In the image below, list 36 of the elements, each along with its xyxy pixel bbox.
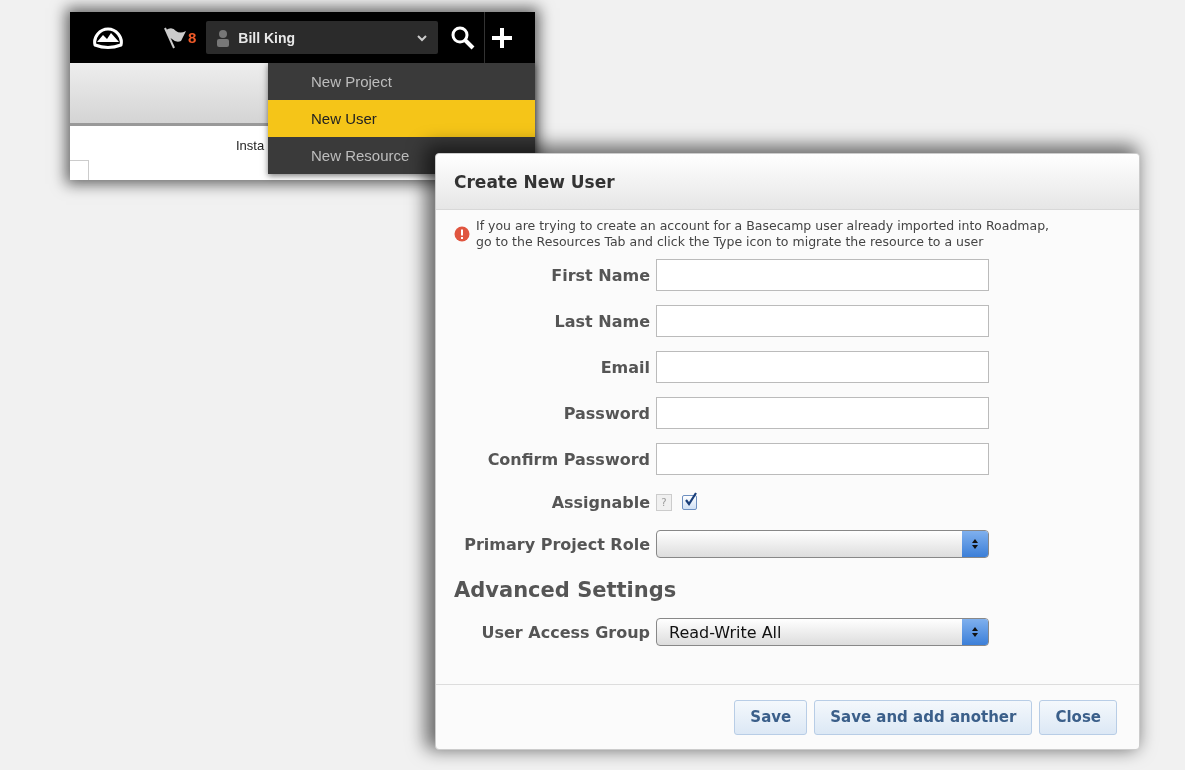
select-field[interactable]: Read-Write All <box>656 618 989 646</box>
menu-item[interactable]: New Project <box>268 63 535 100</box>
text-field[interactable] <box>656 351 989 383</box>
select-field[interactable] <box>656 530 989 558</box>
notification-count: 8 <box>188 29 197 46</box>
menu-item[interactable]: New User <box>268 100 535 137</box>
field-label: Assignable <box>550 492 650 512</box>
content-text: Insta <box>236 138 265 155</box>
field-label: Confirm Password <box>486 449 650 469</box>
field-label: First Name <box>550 265 650 285</box>
text-field[interactable] <box>656 259 989 291</box>
dialog-button[interactable]: Close <box>1039 699 1117 735</box>
chevron-down-icon <box>416 33 429 42</box>
stepper-icon <box>962 531 988 557</box>
notice-text: If you are trying to create an account for a Basecamp user already imported into Roadmap, go to the Resources Tab and click the Type icon to migrate the resource to a user <box>476 218 1051 250</box>
plus-icon[interactable] <box>491 26 514 49</box>
field-label: Password <box>562 403 650 423</box>
section-title: Advanced Settings <box>454 578 678 604</box>
person-icon <box>216 28 231 47</box>
field-label: Primary Project Role <box>463 534 650 554</box>
search-icon[interactable] <box>450 24 477 51</box>
field-label: User Access Group <box>480 622 650 642</box>
flag-icon[interactable] <box>162 25 188 50</box>
dialog-title: Create New User <box>454 171 615 192</box>
checkbox[interactable] <box>682 494 697 510</box>
text-field[interactable] <box>656 305 989 337</box>
user-menu-button[interactable]: Bill King <box>206 21 439 54</box>
field-label: Last Name <box>553 311 650 331</box>
text-field[interactable] <box>656 397 989 429</box>
alert-icon <box>454 226 470 242</box>
dialog-button[interactable]: Save <box>734 699 808 735</box>
dialog-button[interactable]: Save and add another <box>814 699 1033 735</box>
field-label: Email <box>599 357 650 377</box>
text-field[interactable] <box>656 443 989 475</box>
stepper-icon <box>962 619 988 645</box>
panel-edge <box>70 160 89 180</box>
